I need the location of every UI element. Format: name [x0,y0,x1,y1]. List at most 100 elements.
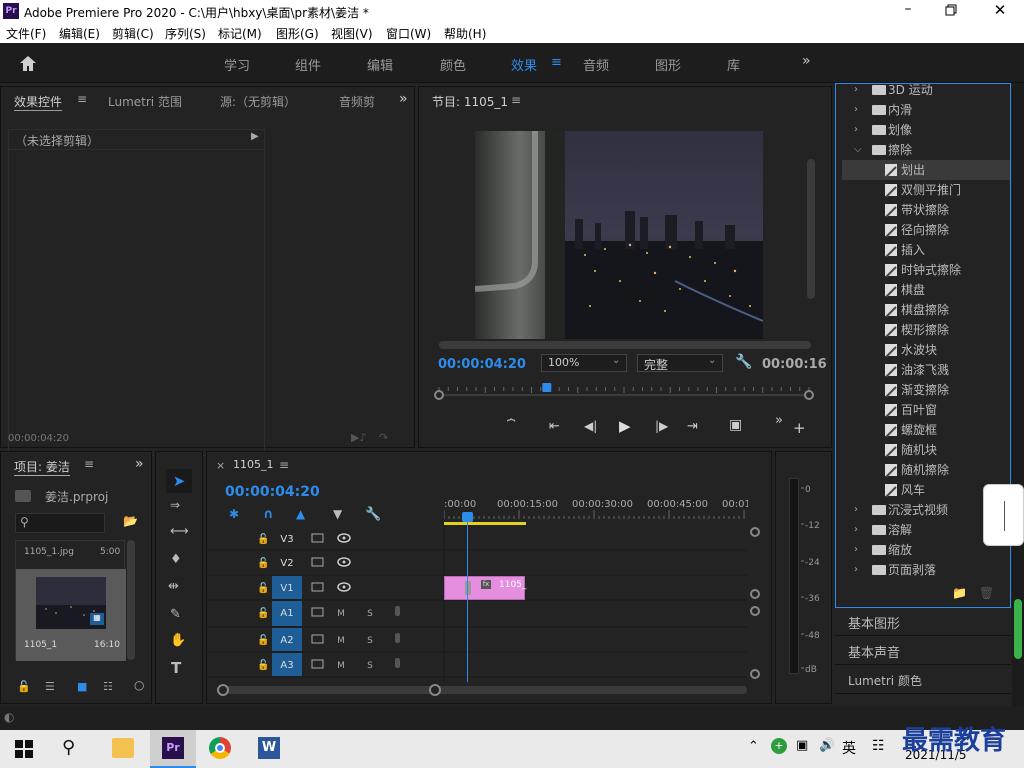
effect-item[interactable]: 双侧平推门 [842,180,1010,200]
effect-item[interactable]: 时钟式擦除 [842,260,1010,280]
linked-selection-icon[interactable]: ▲ [296,507,305,521]
project-menu-icon[interactable]: ≡ [84,457,94,471]
playback-resolution-dropdown[interactable]: 完整 ⌄ [637,354,723,372]
menu-graphics[interactable]: 图形(G) [276,25,319,42]
workspace-overflow-icon[interactable]: » [802,53,811,69]
windows-start-icon[interactable] [15,740,33,758]
mute-button[interactable]: M [337,661,345,671]
chevron-right-icon[interactable]: › [854,560,858,579]
workspace-tab-effects[interactable]: 效果 [511,55,537,74]
panel-menu-icon[interactable]: ≡ [77,92,87,106]
ripple-edit-tool-icon[interactable]: ⟷ [170,524,189,539]
menu-window[interactable]: 窗口(W) [386,25,431,42]
lock-icon[interactable]: 🔓 [257,633,269,646]
solo-button[interactable]: S [367,609,373,619]
voiceover-mic-icon[interactable] [395,606,400,616]
workspace-tab-libraries[interactable]: 库 [727,55,740,74]
menu-marker[interactable]: 标记(M) [218,25,262,42]
chevron-right-icon[interactable]: › [854,120,858,140]
lock-icon[interactable]: 🔓 [257,606,269,619]
chevron-right-icon[interactable]: › [854,100,858,120]
timeline-menu-icon[interactable]: ≡ [279,458,289,472]
effect-item[interactable]: 渐变擦除 [842,380,1010,400]
v-scroll-handle[interactable] [750,606,760,616]
tab-lumetri-scopes[interactable]: Lumetri 范围 [108,93,182,110]
effect-item[interactable]: 径向擦除 [842,220,1010,240]
sync-lock-icon[interactable] [311,533,324,543]
taskbar-premiere-button[interactable]: Pr [150,730,196,768]
effect-item[interactable]: 水波块 [842,340,1010,360]
lock-icon[interactable]: 🔓 [257,556,269,569]
audio-source-icon[interactable] [311,659,324,669]
program-time-ruler[interactable] [434,383,814,405]
keyboard-icon[interactable]: ☷ [872,738,885,754]
network-icon[interactable]: ▣ [796,738,808,753]
lock-icon[interactable]: 🔓 [17,680,31,693]
video-frame[interactable] [475,131,763,339]
freeform-view-icon[interactable]: ☷ [103,680,113,693]
restore-icon[interactable] [944,3,958,17]
effect-item[interactable]: 随机块 [842,440,1010,460]
project-scrollbar[interactable] [127,540,135,660]
button-editor-plus-icon[interactable]: + [793,419,806,437]
timeline-horizontal-scrollbar[interactable] [217,684,747,696]
voiceover-mic-icon[interactable] [395,633,400,643]
volume-icon[interactable]: 🔊 [819,738,835,753]
effect-item[interactable]: 楔形擦除 [842,320,1010,340]
timeline-ruler[interactable]: :00:00 00:00:15:00 00:00:30:00 00:00:45:00 0… [443,492,761,526]
playhead-line[interactable] [467,518,468,682]
lock-icon[interactable]: 🔓 [257,581,269,594]
workspace-tab-graphics[interactable]: 图形 [655,55,681,74]
hand-tool-icon[interactable]: ✋ [170,633,186,648]
timeline-clip-v1[interactable]: fx 1105_ [444,576,526,600]
effect-item[interactable]: 百叶窗 [842,400,1010,420]
effect-item[interactable]: 油漆飞溅 [842,360,1010,380]
workspace-tab-learn[interactable]: 学习 [224,55,250,74]
ruler-end-handle[interactable] [804,390,814,400]
close-sequence-icon[interactable]: × [216,459,225,472]
section-lumetri-color[interactable]: Lumetri 颜色 [835,666,1011,694]
effect-item[interactable]: 螺旋框 [842,420,1010,440]
new-custom-bin-icon[interactable]: 📁 [952,586,967,600]
chrome-icon[interactable] [209,737,231,759]
tray-app-icon[interactable]: + [771,738,787,754]
sync-lock-icon[interactable] [311,557,324,567]
zoom-slider-icon[interactable]: ○ [134,678,144,692]
panel-overflow-icon[interactable]: » [399,91,408,107]
export-frame-icon[interactable]: ▣ [729,417,742,433]
menu-clip[interactable]: 剪辑(C) [112,25,154,42]
wrench-icon[interactable]: 🔧 [735,354,752,370]
menu-sequence[interactable]: 序列(S) [165,25,206,42]
program-playhead[interactable] [542,383,552,392]
timeline-timecode[interactable]: 00:00:04:20 [225,484,320,500]
list-view-icon[interactable]: ☰ [45,680,55,693]
sequence-thumbnail[interactable]: ▦ 1105_1 16:10 [16,569,126,661]
menu-view[interactable]: 视图(V) [331,25,373,42]
sync-lock-icon[interactable] [311,582,324,592]
effect-item[interactable]: 插入 [842,240,1010,260]
home-icon[interactable] [18,54,38,72]
audio-source-icon[interactable] [311,634,324,644]
track-select-tool-icon[interactable]: ⇒ [170,498,180,512]
effect-item[interactable]: ⌵ 擦除 [842,140,1010,160]
program-monitor-title[interactable]: 节目: 1105_1 [432,93,508,110]
effect-item[interactable]: 棋盘 [842,280,1010,300]
zoom-level-dropdown[interactable]: 100% ⌄ [541,354,627,372]
project-search-input[interactable]: ⚲ [15,513,105,533]
effect-item[interactable]: 随机擦除 [842,460,1010,480]
word-icon[interactable]: W [258,737,280,759]
timeline-settings-wrench-icon[interactable]: 🔧 [365,507,381,522]
workspace-tab-color[interactable]: 颜色 [440,55,466,74]
search-icon[interactable]: ⚲ [62,737,75,758]
solo-button[interactable]: S [367,661,373,671]
track-label-A2[interactable]: A2 [280,635,293,646]
go-to-in-icon[interactable]: ⇤ [549,419,560,434]
chevron-right-icon[interactable]: › [854,540,858,560]
chevron-right-icon[interactable]: › [854,520,858,540]
go-to-out-icon[interactable]: ⇥ [687,419,698,434]
slip-tool-icon[interactable]: ⇹ [168,579,179,594]
new-bin-icon[interactable]: 📂 [123,514,138,528]
project-overflow-icon[interactable]: » [135,456,144,472]
chevron-down-icon[interactable]: ⌵ [854,140,862,160]
ruler-start-handle[interactable] [434,390,444,400]
